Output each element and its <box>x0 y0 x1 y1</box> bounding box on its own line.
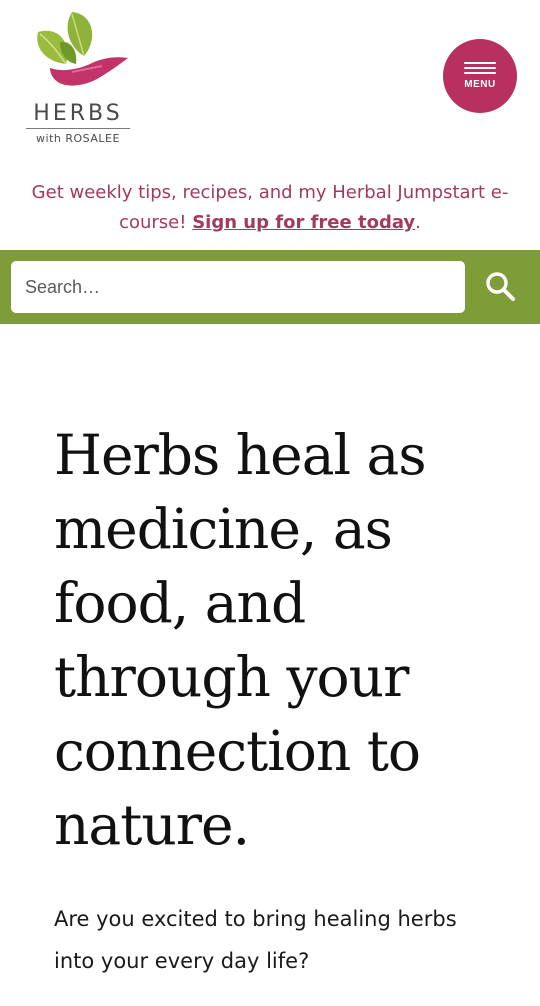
hamburger-icon <box>464 62 496 74</box>
hero-section: Herbs heal as medicine, as food, and thr… <box>54 418 514 982</box>
signup-promo: Get weekly tips, recipes, and my Herbal … <box>0 168 540 246</box>
logo-subtitle: with ROSALEE <box>36 132 120 145</box>
menu-label: MENU <box>464 79 496 90</box>
logo-name: HERBS <box>33 101 123 126</box>
site-logo[interactable]: HERBS with ROSALEE <box>20 6 136 145</box>
search-icon <box>486 272 515 301</box>
search-button[interactable] <box>484 270 518 304</box>
promo-tail: . <box>415 212 421 233</box>
logo-divider <box>26 128 130 129</box>
site-header: HERBS with ROSALEE MENU <box>0 0 540 162</box>
signup-link[interactable]: Sign up for free today <box>192 212 415 233</box>
hero-title: Herbs heal as medicine, as food, and thr… <box>54 423 427 857</box>
search-input[interactable] <box>11 261 465 313</box>
search-bar <box>0 250 540 324</box>
hero-subtitle: Are you excited to bring healing herbs i… <box>54 907 457 973</box>
leaves-hand-icon <box>37 12 128 86</box>
menu-button[interactable]: MENU <box>443 39 517 113</box>
